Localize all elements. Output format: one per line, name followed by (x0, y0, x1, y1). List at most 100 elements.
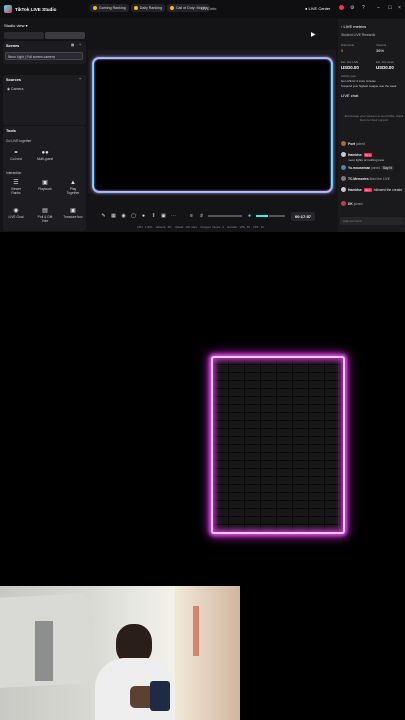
app-title: TikTok LIVE Studio (15, 6, 57, 12)
avatar (341, 141, 346, 146)
title-bar: TikTok LIVE Studio Gaming Ranking Daily … (0, 0, 405, 18)
live-center-button[interactable]: ● LIVE Center (305, 6, 330, 11)
scenes-title: Scenes (6, 44, 20, 48)
layout-icon[interactable]: ▦ (110, 213, 117, 220)
goal-icon: ◉ (13, 208, 19, 214)
cohost-icon: ⚭ (13, 150, 19, 156)
tiktok-logo-icon (4, 5, 12, 13)
more-icon[interactable]: ⋯ (170, 213, 177, 220)
trophy-icon (93, 6, 97, 10)
ranks-icon: ☰ (13, 180, 19, 186)
viewers-label: Viewers (376, 43, 387, 47)
chat-message: Yo.mouseman joined Say hi (341, 164, 395, 171)
notification-icon[interactable] (339, 5, 344, 10)
activity-title: Activity type (341, 74, 356, 78)
tag-daily-ranking[interactable]: Daily Ranking (130, 4, 165, 12)
volume-icon[interactable]: ♯ (198, 213, 205, 220)
volume-slider[interactable] (208, 215, 242, 217)
diamonds-value: 0 (341, 48, 344, 53)
diamonds-label: Diamonds (341, 43, 355, 47)
curtain (175, 586, 240, 720)
comment-input[interactable]: Add comment (340, 217, 404, 225)
activity-line-1: Go LIVE for 3 more minutes (341, 79, 376, 83)
live-metrics-title[interactable]: ‹ LIVE metrics (341, 24, 366, 29)
cohost-button[interactable]: ⚭ Co-host (6, 150, 26, 161)
mic-level-meter (256, 215, 268, 217)
activity-line-2: Suspend your highest League over the wee… (341, 84, 397, 88)
mic-slider[interactable] (269, 215, 285, 217)
screen-icon[interactable]: ▢ (130, 213, 137, 220)
treasure-box-button[interactable]: ▣ Treasure box (63, 208, 83, 219)
scene-settings-icon[interactable]: ▦ (71, 43, 74, 47)
est-label-1: Est. this LIVE (341, 60, 359, 64)
studio-view-label: Studio view ▾ (4, 23, 28, 28)
chat-message-text: neon lights of nothing new (348, 158, 384, 162)
minimize-icon[interactable]: – (377, 5, 380, 11)
add-scene-icon[interactable]: + (79, 43, 81, 47)
est-label-2: Est. this week (376, 60, 394, 64)
mouse-cursor-icon: ▶ (311, 32, 316, 38)
avatar (341, 152, 346, 157)
scene-item[interactable]: Neon Light | Full screen camera (5, 52, 83, 60)
stats-bar: CPU: 1.30% Network: 0% Upload: 140 kbps … (137, 226, 264, 229)
pen-icon[interactable]: ✎ (100, 213, 107, 220)
scenes-panel: Scenes ▦ + Neon Light | Full screen came… (3, 41, 86, 64)
poll-gift-vote-button[interactable]: ▤ Poll & Gift Vote (35, 208, 55, 223)
live-chat-title: LIVE chat (341, 93, 359, 98)
avatar (341, 201, 346, 206)
multi-guest-icon: ●● (41, 150, 49, 156)
door-frame (35, 621, 53, 681)
close-icon[interactable]: × (398, 5, 401, 11)
chat-message: Hamidse No.1 followed the creator (341, 186, 402, 193)
view-toggle-portrait[interactable] (45, 32, 85, 39)
left-sidebar: Studio view ▾ Scenes ▦ + Neon Light | Fu… (2, 19, 86, 231)
playbook-button[interactable]: ▣ Playbook (35, 180, 55, 191)
student-rewards-label: Student LIVE Rewards (341, 33, 376, 37)
image-icon[interactable]: ▣ (160, 213, 167, 220)
settings-icon[interactable]: ⚙ (350, 5, 354, 11)
say-hi-button[interactable]: Say hi (380, 165, 395, 170)
go-live-together-label: Go LIVE together (6, 139, 32, 143)
chat-message: TC.Memories liked the LIVE (341, 175, 390, 182)
stream-preview-canvas[interactable] (93, 58, 332, 192)
playbook-icon: ▣ (42, 180, 48, 186)
sliders-icon[interactable]: ≡ (188, 213, 195, 220)
avatar (341, 165, 346, 170)
add-source-icon[interactable]: + (79, 77, 81, 81)
maximize-icon[interactable]: ☐ (388, 5, 392, 11)
treasure-icon: ▣ (70, 208, 76, 214)
chat-message: Hamidse No.1 (341, 151, 374, 158)
tag-gaming-ranking[interactable]: Gaming Ranking (90, 4, 129, 12)
est-value-1: USD0.00 (341, 65, 359, 70)
interaction-label: Interaction (6, 171, 22, 175)
avatar (341, 187, 346, 192)
gamepad-icon: ▲ (70, 180, 76, 186)
live-info-button[interactable]: LIVE info (201, 7, 216, 11)
help-icon[interactable]: ? (362, 5, 365, 11)
camera-icon[interactable]: ◉ (120, 213, 127, 220)
mic-icon[interactable]: ● (246, 213, 253, 220)
pause-icon[interactable]: ‖ (150, 213, 157, 220)
sources-title: Sources (6, 78, 21, 82)
live-goal-button[interactable]: ◉ LIVE Goal (6, 208, 26, 219)
trophy-icon (133, 6, 138, 10)
tools-title: Tools (6, 129, 16, 133)
avatar (341, 176, 346, 181)
source-item-camera[interactable]: ◉ Camera (7, 87, 23, 91)
poll-icon: ▤ (42, 208, 48, 214)
camera-feed (0, 586, 240, 720)
chat-message: Poet joined (341, 140, 365, 147)
viewer-ranks-button[interactable]: ☰ Viewer Ranks (6, 180, 26, 195)
sources-panel: Sources + ◉ Camera (3, 75, 86, 125)
play-together-button[interactable]: ▲ Play Together (63, 180, 83, 195)
record-icon[interactable]: ● (140, 213, 147, 220)
game-icon (169, 6, 174, 10)
view-toggle-landscape[interactable] (4, 32, 44, 39)
lights-strip (193, 606, 199, 656)
right-sidebar: ‹ LIVE metrics Student LIVE Rewards Diam… (338, 19, 405, 232)
control-bar: ✎ ▦ ◉ ▢ ● ‖ ▣ ⋯ ≡ ♯ ● 00:17:57 (100, 210, 322, 222)
viewers-value: 36% (376, 48, 385, 53)
neon-brick-frame (211, 356, 345, 534)
multi-guest-button[interactable]: ●● Multi-guest (35, 150, 55, 161)
chat-prompt: Encourage your viewers to send Gifts, th… (344, 114, 404, 122)
